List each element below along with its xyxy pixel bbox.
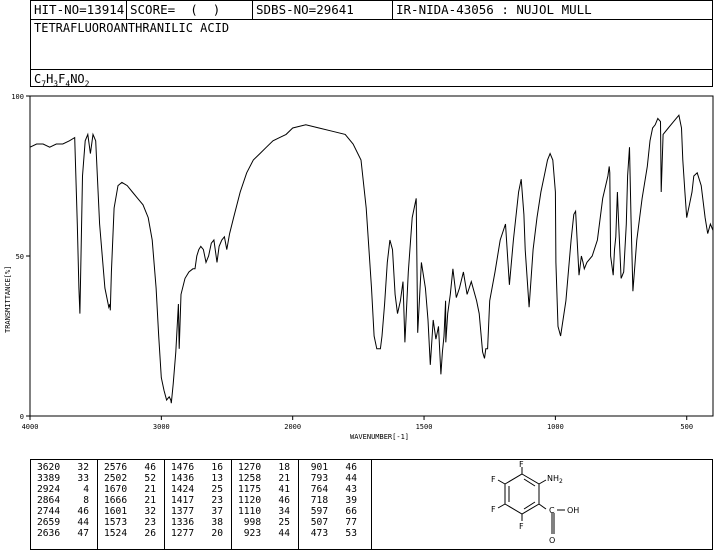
peak-column: 3620 32 3389 33 2924 4 2864 8 2744 46 2659 44…: [37, 462, 89, 539]
peak-row: 3389 33: [37, 473, 89, 484]
peak-row: 1476 16: [171, 462, 223, 473]
peak-row: 1573 23: [104, 517, 156, 528]
hit-number: HIT-NO=13914: [31, 1, 127, 19]
x-axis-label: WAVENUMBER[-1]: [350, 433, 409, 441]
peak-row: 793 44: [305, 473, 357, 484]
sdbs-number: SDBS-NO=29641: [253, 1, 393, 19]
peak-table: 3620 32 3389 33 2924 4 2864 8 2744 46 2659 44…: [30, 459, 372, 550]
spectrum-line: [29, 114, 714, 404]
x-axis: 4000 3000 2000 1500 1000 500: [22, 416, 693, 431]
oxygen-label: O: [549, 536, 555, 545]
y-axis-label: TRANSMITTANCE[%]: [4, 266, 12, 333]
peak-row: 1120 46: [238, 495, 290, 506]
peak-column: 1476 16 1436 13 1424 25 1417 23 1377 37 1336 …: [171, 462, 223, 539]
peak-column-divider: [97, 460, 98, 549]
peak-column: 901 46 793 44 764 43 718 39 597 66 507 7…: [305, 462, 357, 539]
fluorine-label: F: [519, 522, 524, 531]
peak-row: 1417 23: [171, 495, 223, 506]
y-tick-label: 50: [16, 253, 24, 261]
peak-row: 473 53: [305, 528, 357, 539]
structure-panel: F F F F NH2 C OH O: [372, 459, 713, 550]
fluorine-label: F: [519, 460, 524, 469]
peak-row: 901 46: [305, 462, 357, 473]
peak-row: 998 25: [238, 517, 290, 528]
peak-row: 507 77: [305, 517, 357, 528]
peak-row: 1270 18: [238, 462, 290, 473]
fluorine-label: F: [491, 505, 496, 514]
peak-column-divider: [164, 460, 165, 549]
x-tick-label: 4000: [22, 423, 39, 431]
peak-row: 1175 41: [238, 484, 290, 495]
peak-row: 1277 20: [171, 528, 223, 539]
peak-row: 2864 8: [37, 495, 89, 506]
carbon-label: C: [549, 506, 555, 515]
peak-row: 1524 26: [104, 528, 156, 539]
peak-row: 718 39: [305, 495, 357, 506]
peak-column: 1270 18 1258 21 1175 41 1120 46 1110 34 998 …: [238, 462, 290, 539]
y-axis: 0 50 100: [11, 93, 30, 421]
peak-row: 1336 38: [171, 517, 223, 528]
peak-row: 2636 47: [37, 528, 89, 539]
peak-row: 1666 21: [104, 495, 156, 506]
y-tick-label: 0: [20, 413, 24, 421]
peak-row: 597 66: [305, 506, 357, 517]
peak-row: 1670 21: [104, 484, 156, 495]
peak-column-divider: [231, 460, 232, 549]
peak-row: 1377 37: [171, 506, 223, 517]
peak-row: 1110 34: [238, 506, 290, 517]
peak-row: 1424 25: [171, 484, 223, 495]
x-tick-label: 3000: [153, 423, 170, 431]
header-panel: HIT-NO=13914 SCORE= ( ) SDBS-NO=29641 IR…: [30, 0, 713, 89]
x-tick-label: 2000: [284, 423, 301, 431]
ir-nida-id: IR-NIDA-43056 : NUJOL MULL: [396, 2, 592, 17]
peak-column-divider: [298, 460, 299, 549]
peak-row: 2744 46: [37, 506, 89, 517]
hydroxyl-label: OH: [567, 506, 579, 515]
peak-row: 2576 46: [104, 462, 156, 473]
peak-row: 2659 44: [37, 517, 89, 528]
header-row: HIT-NO=13914 SCORE= ( ) SDBS-NO=29641 IR…: [31, 1, 712, 20]
peak-row: 1436 13: [171, 473, 223, 484]
compound-name: TETRAFLUOROANTHRANILIC ACID: [34, 21, 230, 35]
ir-spectrum-chart: 0 50 100 4000 3000 2000 1500 1000 500 WAVENUMBE…: [4, 93, 714, 441]
amine-label: NH2: [547, 474, 563, 485]
x-tick-label: 500: [680, 423, 693, 431]
molecular-formula: C7H3F4NO2: [34, 72, 90, 89]
peak-row: 764 43: [305, 484, 357, 495]
peak-row: 3620 32: [37, 462, 89, 473]
fluorine-label: F: [491, 475, 496, 484]
peak-row: 2924 4: [37, 484, 89, 495]
peak-row: 1601 32: [104, 506, 156, 517]
x-tick-label: 1000: [547, 423, 564, 431]
y-tick-label: 100: [11, 93, 24, 101]
molecule-structure: F F F F NH2 C OH O: [491, 460, 579, 545]
benzene-ring: [504, 473, 540, 515]
score: SCORE= ( ): [127, 1, 253, 19]
x-tick-label: 1500: [416, 423, 433, 431]
peak-row: 923 44: [238, 528, 290, 539]
peak-row: 1258 21: [238, 473, 290, 484]
peak-column: 2576 46 2502 52 1670 21 1666 21 1601 32 1573 …: [104, 462, 156, 539]
peak-row: 2502 52: [104, 473, 156, 484]
divider: [31, 69, 712, 70]
